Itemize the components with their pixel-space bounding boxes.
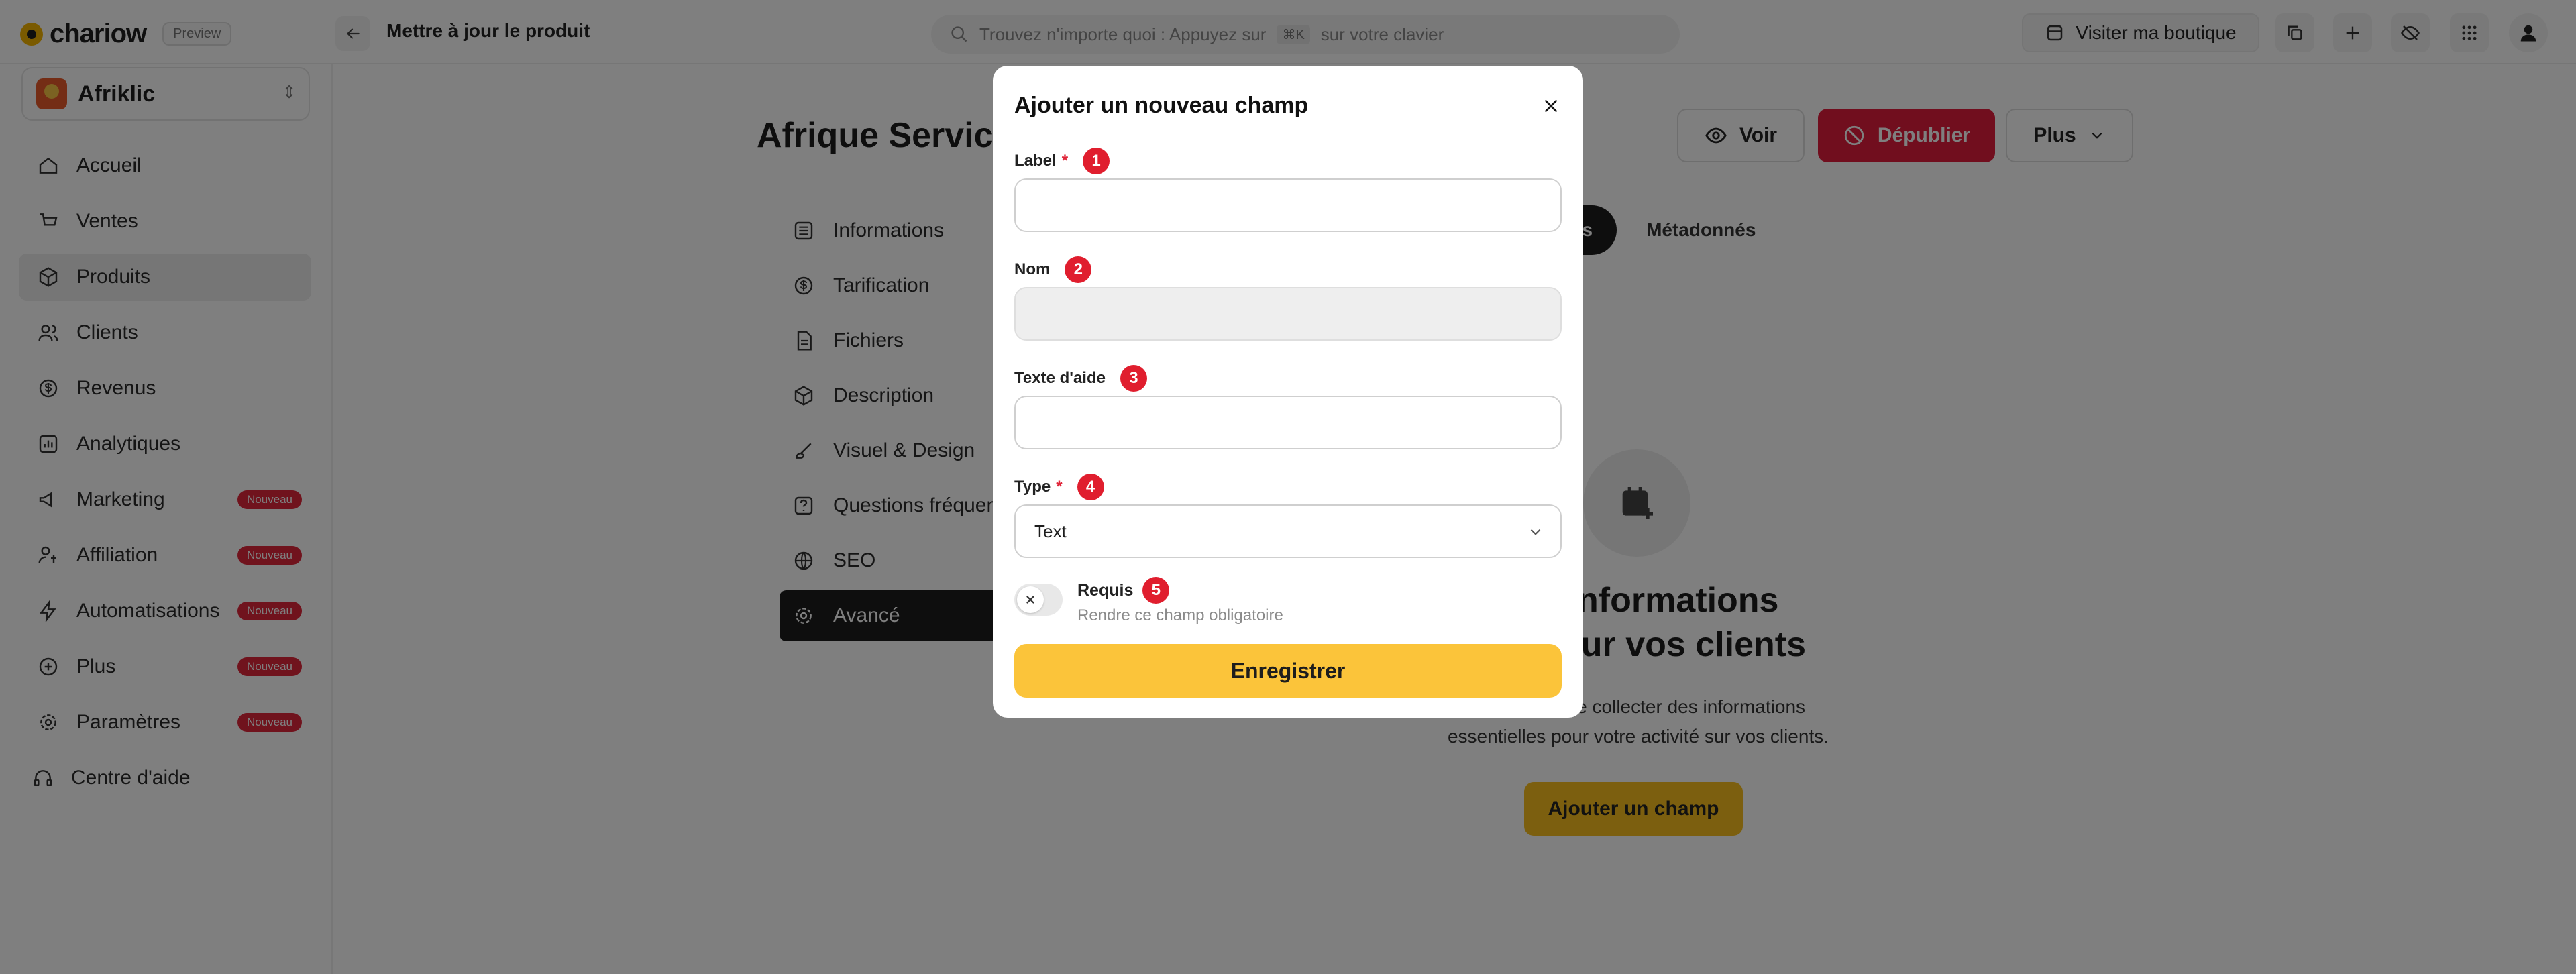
type-field-text: Type xyxy=(1014,478,1051,496)
help-text-field-text: Texte d'aide xyxy=(1014,369,1106,387)
type-select[interactable]: Text xyxy=(1014,504,1562,558)
required-toggle[interactable] xyxy=(1014,584,1063,616)
required-title: Requis 5 xyxy=(1077,577,1283,604)
type-field-label: Type * 4 xyxy=(1014,474,1104,500)
step-marker: 3 xyxy=(1120,365,1147,392)
step-marker: 2 xyxy=(1065,256,1092,283)
step-marker: 1 xyxy=(1083,148,1110,174)
required-subtitle: Rendre ce champ obligatoire xyxy=(1077,606,1283,625)
type-select-value: Text xyxy=(1034,521,1067,541)
save-button[interactable]: Enregistrer xyxy=(1014,644,1562,698)
required-star: * xyxy=(1056,478,1063,496)
close-icon xyxy=(1545,100,1557,112)
nom-field-text: Nom xyxy=(1014,260,1051,278)
help-text-input[interactable] xyxy=(1014,396,1562,449)
chevron-down-icon xyxy=(1530,529,1541,535)
toggle-knob xyxy=(1017,586,1044,613)
step-marker: 5 xyxy=(1142,577,1170,604)
required-star: * xyxy=(1061,152,1069,170)
label-field-text: Label xyxy=(1014,152,1057,170)
add-field-modal: Ajouter un nouveau champ Label * 1 Nom 2… xyxy=(993,66,1583,718)
modal-title: Ajouter un nouveau champ xyxy=(1014,93,1309,118)
help-text-field-label: Texte d'aide 3 xyxy=(1014,365,1147,392)
required-toggle-text: Requis 5 Rendre ce champ obligatoire xyxy=(1077,577,1283,625)
label-input[interactable] xyxy=(1014,178,1562,232)
required-title-text: Requis xyxy=(1077,580,1134,600)
nom-input xyxy=(1014,287,1562,341)
x-icon xyxy=(1026,596,1034,604)
step-marker: 4 xyxy=(1077,474,1104,500)
nom-field-label: Nom 2 xyxy=(1014,256,1092,283)
close-button[interactable] xyxy=(1536,91,1566,121)
label-field-label: Label * 1 xyxy=(1014,148,1110,174)
